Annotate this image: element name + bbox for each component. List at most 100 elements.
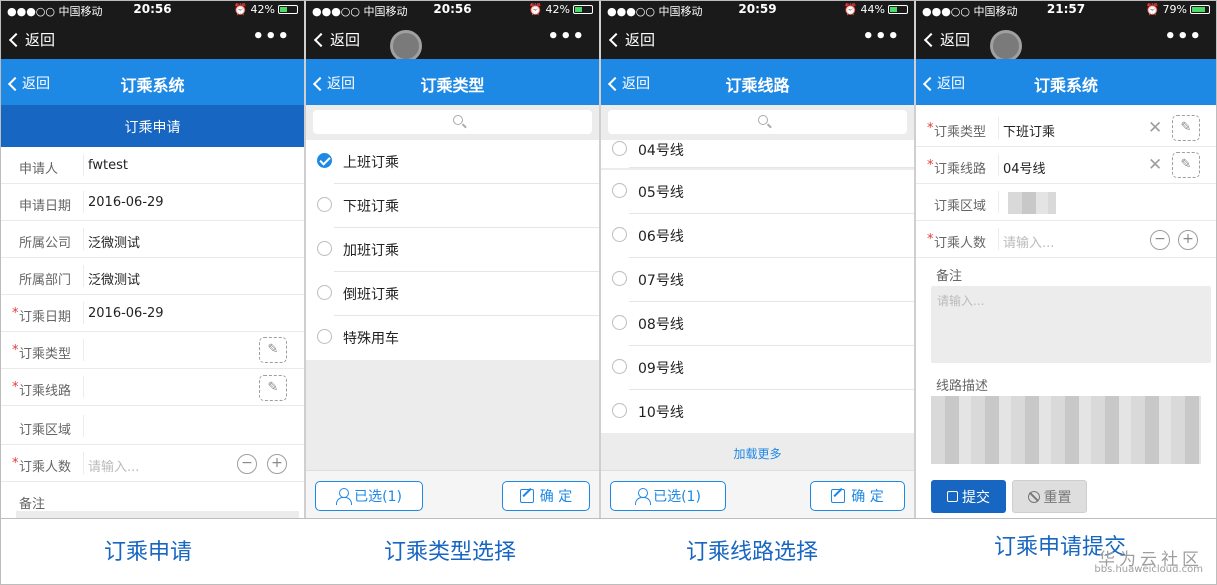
note-textarea[interactable] bbox=[16, 511, 299, 518]
battery-icon bbox=[888, 5, 908, 14]
decrement-button[interactable]: − bbox=[237, 454, 257, 474]
radio-icon bbox=[612, 359, 627, 374]
load-more-link[interactable]: 加载更多 bbox=[601, 433, 914, 471]
battery-text: 42% bbox=[250, 3, 275, 16]
caption-apply: 订乘申请 bbox=[104, 540, 193, 565]
nav-back-button[interactable]: 返回 bbox=[8, 29, 55, 50]
nav-back-button[interactable]: 返回 bbox=[923, 29, 970, 50]
note-textarea[interactable]: 请输入... bbox=[931, 286, 1211, 363]
selected-button[interactable]: 已选(1) bbox=[315, 481, 423, 511]
increment-button[interactable]: + bbox=[1178, 230, 1198, 250]
ride-date-value[interactable]: 2016-06-29 bbox=[88, 306, 164, 321]
status-bar: ●●●○○ 中国移动 20:56 ⏰ 42% bbox=[306, 0, 599, 20]
form-row-ride-area: 订乘区域 bbox=[916, 184, 1216, 221]
battery-icon bbox=[573, 5, 593, 14]
option-row[interactable]: 10号线 bbox=[601, 390, 914, 434]
chevron-left-icon bbox=[923, 32, 939, 48]
form-row-ride-date[interactable]: * 订乘日期 2016-06-29 bbox=[1, 295, 304, 332]
radio-icon bbox=[612, 183, 627, 198]
note-label: 备注 bbox=[936, 269, 963, 284]
form-row-passenger-count: * 订乘人数 请输入... − + bbox=[1, 445, 304, 482]
form-row-ride-area: 订乘区域 bbox=[1, 408, 304, 445]
pick-route-button[interactable]: ✎ bbox=[259, 375, 287, 401]
pick-ride-type-button[interactable]: ✎ bbox=[1172, 115, 1200, 141]
watermark-url: bbs.huaweicloud.com bbox=[1094, 564, 1203, 575]
option-row[interactable]: 05号线 bbox=[601, 170, 914, 214]
option-row[interactable]: 倒班订乘 bbox=[306, 272, 599, 316]
wechat-nav-bar: 返回 ••• bbox=[916, 20, 1216, 62]
nav-back-button[interactable]: 返回 bbox=[313, 29, 360, 50]
selected-button[interactable]: 已选(1) bbox=[610, 481, 726, 511]
edit-icon bbox=[519, 489, 534, 503]
form-row-ride-route: * 订乘线路 ✎ bbox=[1, 369, 304, 406]
form-row-ride-type: * 订乘类型 ✎ bbox=[1, 332, 304, 369]
radio-icon bbox=[317, 197, 332, 212]
confirm-button[interactable]: 确 定 bbox=[502, 481, 590, 511]
pick-route-button[interactable]: ✎ bbox=[1172, 152, 1200, 178]
option-row[interactable]: 04号线 bbox=[601, 140, 914, 168]
more-menu-button[interactable]: ••• bbox=[862, 26, 900, 47]
reset-button[interactable]: 重置 bbox=[1012, 480, 1087, 513]
alarm-icon: ⏰ bbox=[233, 3, 248, 16]
app-title-bar: 返回 订乘线路 bbox=[601, 59, 914, 105]
route-desc-label: 线路描述 bbox=[936, 379, 989, 394]
battery-text: 79% bbox=[1162, 3, 1187, 16]
radio-icon bbox=[317, 241, 332, 256]
person-icon bbox=[635, 488, 652, 505]
option-row[interactable]: 下班订乘 bbox=[306, 184, 599, 228]
route-description bbox=[931, 396, 1201, 464]
option-row[interactable]: 上班订乘 bbox=[306, 140, 599, 184]
bottom-action-bar: 已选(1) 确 定 bbox=[601, 470, 914, 518]
search-icon bbox=[452, 115, 463, 125]
search-input[interactable] bbox=[608, 110, 907, 134]
assistive-touch-icon[interactable] bbox=[390, 30, 422, 62]
passenger-count-input[interactable]: 请输入... bbox=[88, 456, 139, 475]
form-row-ride-type: * 订乘类型 下班订乘 ✕ ✎ bbox=[916, 110, 1216, 147]
assistive-touch-icon[interactable] bbox=[990, 30, 1022, 62]
more-menu-button[interactable]: ••• bbox=[252, 26, 290, 47]
more-menu-button[interactable]: ••• bbox=[1164, 26, 1202, 47]
chevron-left-icon bbox=[608, 32, 624, 48]
confirm-button[interactable]: 确 定 bbox=[810, 481, 905, 511]
clear-icon[interactable]: ✕ bbox=[1148, 155, 1162, 175]
wechat-nav-bar: 返回 ••• bbox=[1, 20, 304, 59]
pick-ride-type-button[interactable]: ✎ bbox=[259, 337, 287, 363]
clear-icon[interactable]: ✕ bbox=[1148, 118, 1162, 138]
radio-icon bbox=[612, 403, 627, 418]
status-bar: ●●●○○ 中国移动 20:59 ⏰ 44% bbox=[601, 0, 914, 20]
option-row[interactable]: 06号线 bbox=[601, 214, 914, 258]
page-title: 订乘系统 bbox=[1033, 76, 1098, 95]
more-menu-button[interactable]: ••• bbox=[547, 26, 585, 47]
screen-submit: ●●●○○ 中国移动 21:57 ⏰ 79% 返回 ••• 返回 订乘系统 * 订… bbox=[916, 0, 1216, 518]
option-row[interactable]: 加班订乘 bbox=[306, 228, 599, 272]
search-icon bbox=[757, 115, 768, 125]
passenger-count-input[interactable]: 请输入... bbox=[1003, 232, 1054, 251]
wechat-nav-bar: 返回 ••• bbox=[601, 20, 914, 59]
increment-button[interactable]: + bbox=[267, 454, 287, 474]
status-bar: ●●●○○ 中国移动 20:56 ⏰ 42% bbox=[1, 0, 304, 20]
edit-icon bbox=[947, 491, 958, 502]
alarm-icon: ⏰ bbox=[1145, 3, 1160, 16]
search-input[interactable] bbox=[313, 110, 592, 134]
status-bar: ●●●○○ 中国移动 21:57 ⏰ 79% bbox=[916, 0, 1216, 20]
app-title-bar: 返回 订乘类型 bbox=[306, 59, 599, 105]
form-row-applicant: 申请人 fwtest bbox=[1, 147, 304, 184]
submit-button[interactable]: 提交 bbox=[931, 480, 1006, 513]
radio-icon bbox=[612, 141, 627, 156]
option-row[interactable]: 09号线 bbox=[601, 346, 914, 390]
form-row-passenger-count: * 订乘人数 请输入... − + bbox=[916, 221, 1216, 258]
decrement-button[interactable]: − bbox=[1150, 230, 1170, 250]
screen-route: ●●●○○ 中国移动 20:59 ⏰ 44% 返回 ••• 返回 订乘线路 04… bbox=[601, 0, 914, 518]
app-title-bar: 返回 订乘系统 bbox=[1, 59, 304, 105]
ride-route-value: 04号线 bbox=[1003, 162, 1046, 177]
form-row-apply-date: 申请日期 2016-06-29 bbox=[1, 184, 304, 221]
nav-back-button[interactable]: 返回 bbox=[608, 29, 655, 50]
option-row[interactable]: 07号线 bbox=[601, 258, 914, 302]
person-icon bbox=[336, 488, 353, 505]
battery-icon bbox=[278, 5, 298, 14]
option-row[interactable]: 特殊用车 bbox=[306, 316, 599, 360]
option-row[interactable]: 08号线 bbox=[601, 302, 914, 346]
chevron-left-icon bbox=[313, 32, 329, 48]
chevron-left-icon bbox=[8, 32, 24, 48]
alarm-icon: ⏰ bbox=[528, 3, 543, 16]
